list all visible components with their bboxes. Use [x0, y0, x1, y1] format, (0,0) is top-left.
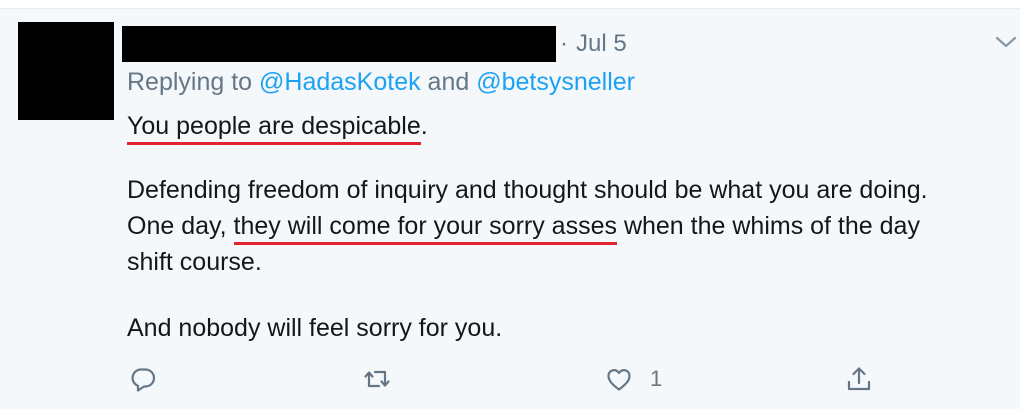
- line-3-end: when the whims of the day: [617, 212, 920, 240]
- mention-link-1[interactable]: @HadasKotek: [259, 68, 421, 96]
- line-3-start: One day,: [127, 212, 234, 240]
- tweet-line-5: And nobody will feel sorry for you.: [127, 314, 503, 342]
- line-1-end: .: [420, 112, 428, 140]
- chevron-down-icon[interactable]: [994, 34, 1018, 50]
- tweet-line-3: One day, they will come for your sorry a…: [127, 208, 920, 245]
- replying-prefix: Replying to: [127, 68, 260, 96]
- tweet-timestamp[interactable]: Jul 5: [576, 30, 627, 58]
- retweet-icon: [364, 370, 390, 388]
- like-button[interactable]: 1: [604, 362, 662, 396]
- replying-and: and: [420, 68, 477, 96]
- display-name-redacted[interactable]: [122, 26, 556, 62]
- like-count: 1: [650, 366, 663, 391]
- heart-icon: [607, 369, 631, 391]
- tweet-line-1: You people are despicable.: [127, 108, 428, 145]
- top-divider: [0, 0, 1020, 9]
- mention-link-2[interactable]: @betsysneller: [476, 68, 635, 96]
- share-icon: [847, 367, 871, 391]
- reply-icon: [131, 368, 156, 392]
- share-button[interactable]: [844, 362, 874, 396]
- timestamp-separator: ·: [560, 30, 568, 57]
- retweet-button[interactable]: [362, 362, 392, 396]
- reply-button[interactable]: [128, 362, 158, 396]
- underlined-phrase-1: You people are despicable: [127, 112, 421, 145]
- tweet-line-4: shift course.: [127, 248, 262, 276]
- tweet-line-2: Defending freedom of inquiry and thought…: [127, 176, 928, 204]
- replying-to-line: Replying to @HadasKotek and @betsysnelle…: [127, 68, 635, 97]
- avatar-redacted[interactable]: [18, 22, 114, 120]
- underlined-phrase-2: they will come for your sorry asses: [233, 212, 617, 245]
